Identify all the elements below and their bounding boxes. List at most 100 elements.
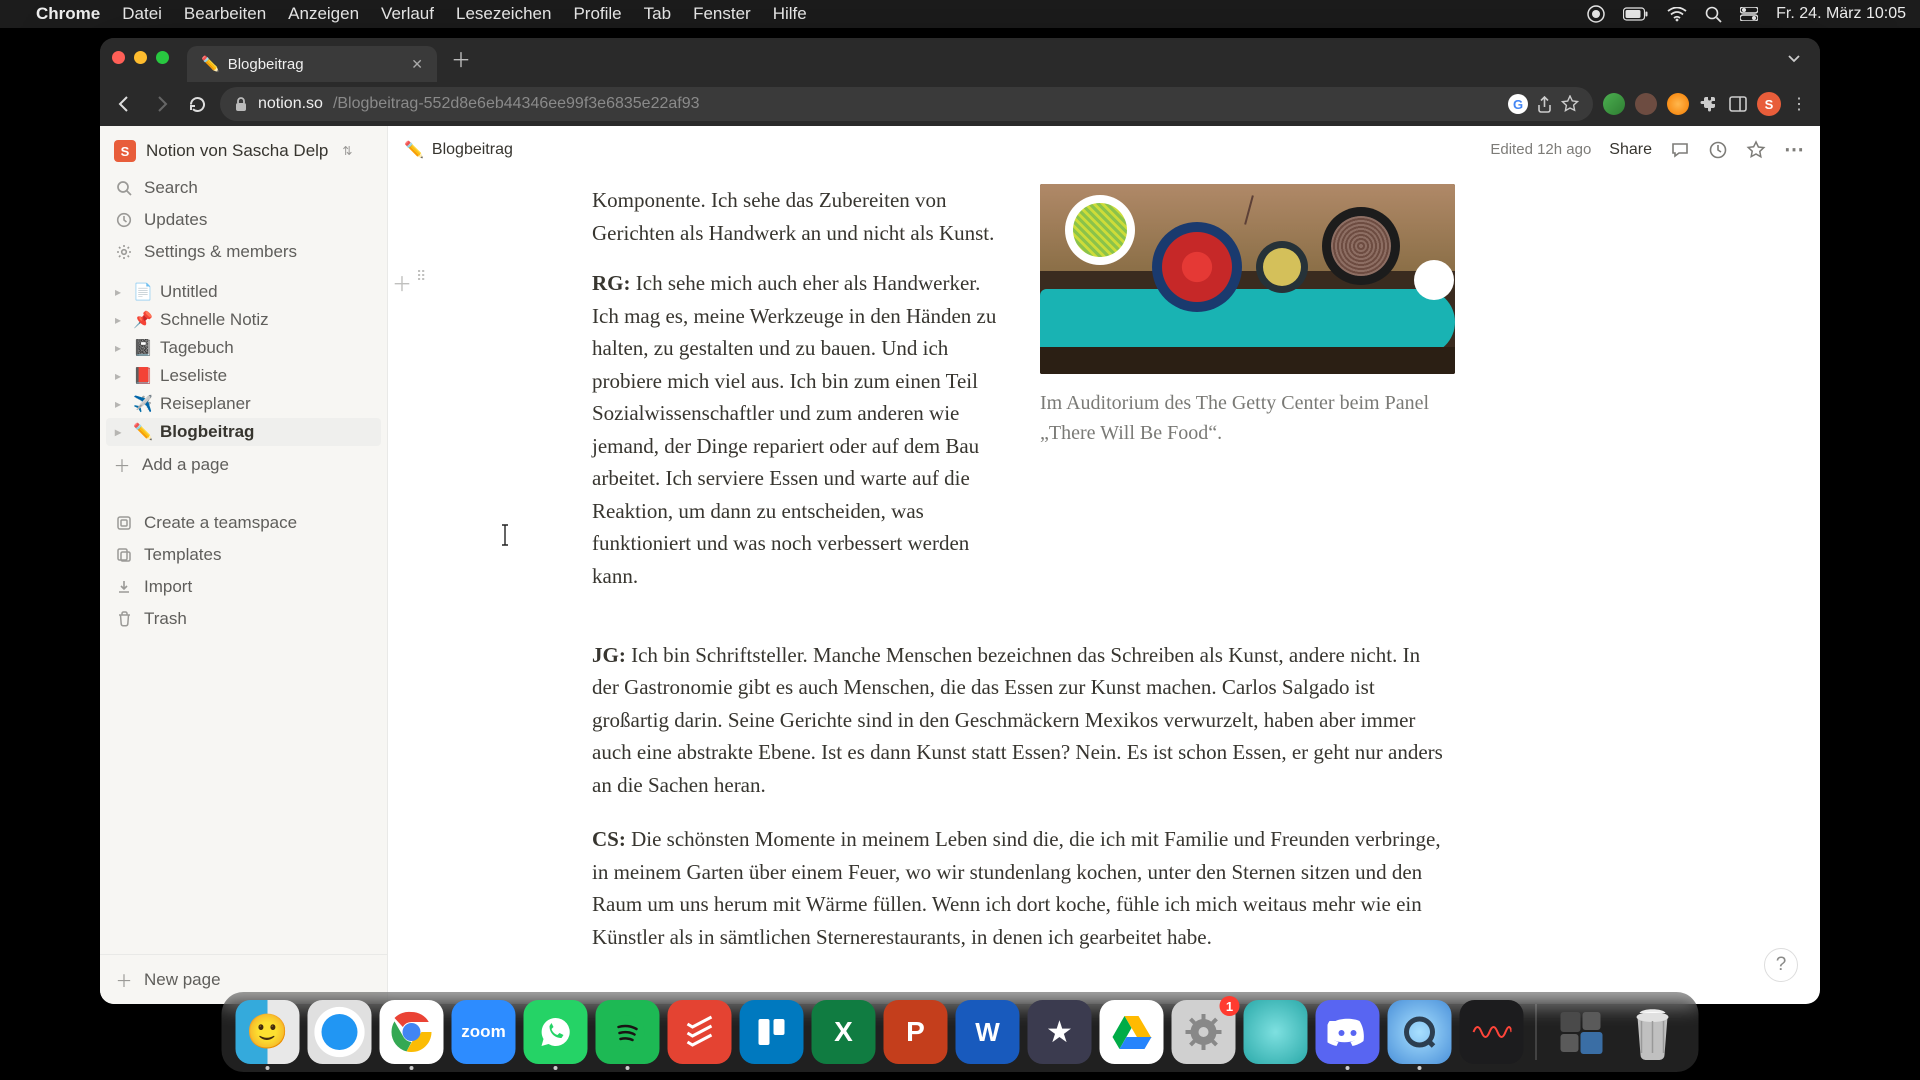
extensions-puzzle-icon[interactable] (1699, 94, 1719, 114)
address-bar[interactable]: notion.so/Blogbeitrag-552d8e6eb44346ee99… (220, 87, 1593, 121)
paragraph[interactable]: JG: Ich bin Schriftsteller. Manche Mensc… (592, 639, 1452, 802)
dock-google-drive[interactable] (1100, 1000, 1164, 1064)
tab-close-icon[interactable]: ✕ (411, 56, 423, 73)
dock-trello[interactable] (740, 1000, 804, 1064)
paragraph[interactable]: RG: Ich sehe mich auch eher als Handwerk… (592, 267, 1002, 592)
history-icon[interactable] (1708, 140, 1728, 160)
chrome-profile-avatar[interactable]: S (1757, 92, 1781, 116)
extension-icon-3[interactable] (1667, 93, 1689, 115)
breadcrumb[interactable]: ✏️ Blogbeitrag (404, 140, 513, 160)
dock-powerpoint[interactable]: P (884, 1000, 948, 1064)
window-close-button[interactable] (112, 51, 125, 64)
sidebar-teamspace[interactable]: Create a teamspace (100, 507, 387, 539)
menu-verlauf[interactable]: Verlauf (381, 4, 434, 24)
fullwidth-text[interactable]: JG: Ich bin Schriftsteller. Manche Mensc… (592, 639, 1452, 954)
menu-profile[interactable]: Profile (573, 4, 621, 24)
dock-app-teal[interactable] (1244, 1000, 1308, 1064)
sidebar-updates[interactable]: Updates (100, 204, 387, 236)
caret-icon[interactable]: ▸ (110, 397, 126, 411)
nav-forward-button[interactable] (148, 91, 174, 117)
menu-lesezeichen[interactable]: Lesezeichen (456, 4, 551, 24)
dock-finder[interactable]: 🙂 (236, 1000, 300, 1064)
dock-trash[interactable] (1621, 1000, 1685, 1064)
caret-icon[interactable]: ▸ (110, 285, 126, 299)
sidebar-templates[interactable]: Templates (100, 539, 387, 571)
caret-icon[interactable]: ▸ (110, 313, 126, 327)
sidebar-page-blogbeitrag[interactable]: ▸✏️Blogbeitrag (106, 418, 381, 446)
sidebar-page-leseliste[interactable]: ▸📕Leseliste (100, 362, 387, 390)
comments-icon[interactable] (1670, 140, 1690, 160)
dock-safari[interactable] (308, 1000, 372, 1064)
sidebar-settings[interactable]: Settings & members (100, 236, 387, 268)
browser-tab[interactable]: ✏️ Blogbeitrag ✕ (187, 46, 437, 82)
more-menu-icon[interactable]: ⋯ (1784, 140, 1804, 160)
bookmark-star-icon[interactable] (1561, 95, 1579, 113)
battery-icon[interactable] (1623, 7, 1649, 21)
share-button[interactable]: Share (1609, 141, 1652, 159)
window-minimize-button[interactable] (134, 51, 147, 64)
paragraph[interactable]: CS: Die schönsten Momente in meinem Lebe… (592, 823, 1452, 953)
caret-icon[interactable]: ▸ (110, 425, 126, 439)
sidebar-search-label: Search (144, 178, 198, 198)
caret-icon[interactable]: ▸ (110, 341, 126, 355)
spotlight-search-icon[interactable] (1705, 6, 1722, 23)
add-block-icon[interactable]: ＋ (392, 268, 412, 297)
workspace-switcher[interactable]: S Notion von Sascha Delp ⇅ (100, 126, 387, 172)
share-url-icon[interactable] (1536, 96, 1553, 113)
menu-fenster[interactable]: Fenster (693, 4, 751, 24)
control-center-icon[interactable] (1740, 7, 1758, 21)
dock-voice-memos[interactable] (1460, 1000, 1524, 1064)
page-content[interactable]: ＋ ⠿ Komponente. Ich sehe das Zubereiten … (388, 174, 1820, 1004)
favorite-star-icon[interactable] (1746, 140, 1766, 160)
nav-back-button[interactable] (112, 91, 138, 117)
sidebar-trash[interactable]: Trash (100, 603, 387, 635)
sidebar-add-page[interactable]: ＋ Add a page (100, 446, 387, 483)
extension-icon-1[interactable] (1603, 93, 1625, 115)
new-tab-button[interactable]: ＋ (451, 44, 471, 73)
dock-discord[interactable] (1316, 1000, 1380, 1064)
menubar-clock[interactable]: Fr. 24. März 10:05 (1776, 5, 1906, 23)
window-zoom-button[interactable] (156, 51, 169, 64)
dock-imovie[interactable]: ★ (1028, 1000, 1092, 1064)
sidebar-page-tagebuch[interactable]: ▸📓Tagebuch (100, 334, 387, 362)
menu-anzeigen[interactable]: Anzeigen (288, 4, 359, 24)
dock-separator (1536, 1004, 1537, 1060)
tabs-dropdown-icon[interactable] (1786, 50, 1802, 66)
dock-excel[interactable]: X (812, 1000, 876, 1064)
dock-todoist[interactable] (668, 1000, 732, 1064)
nav-reload-button[interactable] (184, 91, 210, 117)
page-icon: 📌 (132, 310, 154, 330)
chrome-menu-icon[interactable]: ⋮ (1791, 94, 1808, 114)
screen-record-icon[interactable] (1587, 5, 1605, 23)
dock-word[interactable]: W (956, 1000, 1020, 1064)
dock-quicktime[interactable] (1388, 1000, 1452, 1064)
article-image[interactable] (1040, 184, 1455, 374)
image-caption[interactable]: Im Auditorium des The Getty Center beim … (1040, 388, 1455, 448)
menu-datei[interactable]: Datei (122, 4, 162, 24)
dock-spotify[interactable] (596, 1000, 660, 1064)
side-panel-icon[interactable] (1729, 95, 1747, 113)
google-translate-icon[interactable]: G (1508, 94, 1528, 114)
sidebar-page-untitled[interactable]: ▸📄Untitled (100, 278, 387, 306)
text-column[interactable]: Komponente. Ich sehe das Zubereiten von … (592, 184, 1002, 611)
sidebar-import[interactable]: Import (100, 571, 387, 603)
caret-icon[interactable]: ▸ (110, 369, 126, 383)
menubar-app-name[interactable]: Chrome (36, 4, 100, 24)
sidebar-search[interactable]: Search (100, 172, 387, 204)
help-button[interactable]: ? (1764, 948, 1798, 982)
dock-chrome[interactable] (380, 1000, 444, 1064)
extension-icon-2[interactable] (1635, 93, 1657, 115)
drag-handle-icon[interactable]: ⠿ (416, 268, 424, 297)
sidebar-page-schnelle-notiz[interactable]: ▸📌Schnelle Notiz (100, 306, 387, 334)
dock-stacks[interactable] (1549, 1000, 1613, 1064)
dock-zoom[interactable]: zoom (452, 1000, 516, 1064)
menu-hilfe[interactable]: Hilfe (773, 4, 807, 24)
wifi-icon[interactable] (1667, 7, 1687, 22)
paragraph[interactable]: Komponente. Ich sehe das Zubereiten von … (592, 184, 1002, 249)
dock-whatsapp[interactable] (524, 1000, 588, 1064)
sidebar-page-reiseplaner[interactable]: ▸✈️Reiseplaner (100, 390, 387, 418)
menu-bearbeiten[interactable]: Bearbeiten (184, 4, 266, 24)
sidebar-pages: ▸📄Untitled ▸📌Schnelle Notiz ▸📓Tagebuch ▸… (100, 278, 387, 483)
dock-system-settings[interactable]: 1 (1172, 1000, 1236, 1064)
menu-tab[interactable]: Tab (644, 4, 671, 24)
